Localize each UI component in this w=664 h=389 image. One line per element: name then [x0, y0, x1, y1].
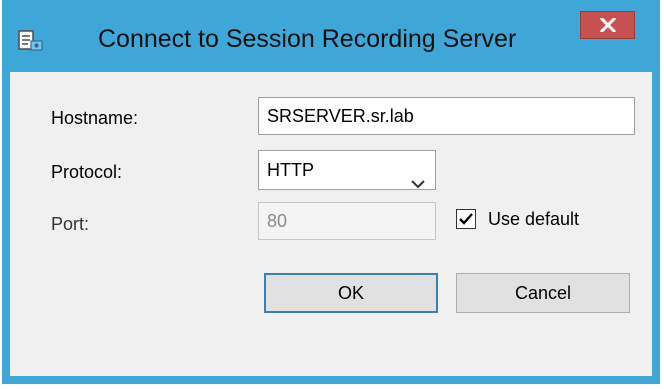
protocol-label: Protocol: [51, 162, 123, 182]
protocol-select[interactable]: HTTP [258, 150, 436, 190]
ok-button[interactable]: OK [264, 273, 438, 313]
dialog-title: Connect to Session Recording Server [98, 25, 517, 53]
use-default-checkbox[interactable] [456, 209, 476, 229]
port-label: Port: [51, 214, 90, 234]
chevron-down-icon [411, 164, 425, 202]
use-default-label[interactable]: Use default [488, 209, 579, 230]
close-button[interactable] [580, 11, 635, 39]
hostname-input[interactable]: SRSERVER.sr.lab [258, 97, 635, 135]
port-input[interactable]: 80 [258, 202, 436, 240]
cancel-button[interactable]: Cancel [456, 273, 630, 313]
session-recording-icon [16, 26, 46, 56]
hostname-label: Hostname: [51, 108, 139, 128]
dialog-client-area: Hostname: SRSERVER.sr.lab Protocol: HTTP… [10, 72, 652, 376]
close-icon [581, 18, 634, 32]
protocol-selected-value: HTTP [267, 160, 314, 180]
dialog-window: Connect to Session Recording Server Host… [2, 0, 660, 384]
title-bar[interactable]: Connect to Session Recording Server [2, 0, 660, 72]
checkmark-icon [459, 213, 473, 225]
